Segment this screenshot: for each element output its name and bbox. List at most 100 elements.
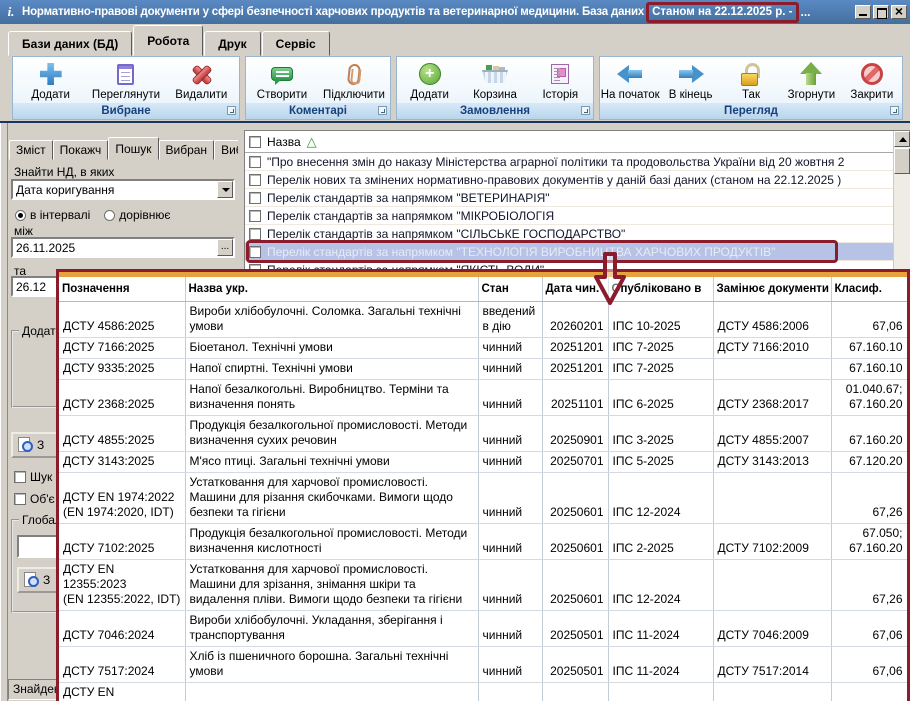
add-circle-icon [419,63,441,85]
toolbar-button-arrow-up[interactable]: Згорнути [781,58,841,103]
checkbox[interactable] [14,493,26,505]
scrollbar-thumb[interactable] [894,148,910,174]
table-row[interactable]: ДСТУ 4586:2025Вироби хлібобулочні. Солом… [59,301,907,337]
radio-equals-label: дорівнює [119,208,170,222]
toolbar-button-basket[interactable]: Корзина [462,58,527,103]
toolbar-button-notepad[interactable]: Переглянути [88,58,163,103]
checkbox-label: Шук [30,470,52,484]
toolbar-button-add-circle[interactable]: Додати [397,58,462,103]
arrow-left-icon [617,65,643,83]
ribbon-tab-2[interactable]: Робота [133,25,203,56]
table-row[interactable]: ДСТУ 7102:2025Продукція безалкогольної п… [59,523,907,559]
row-checkbox[interactable] [249,174,261,186]
ribbon-tab-1[interactable]: Бази даних (БД) [8,31,132,56]
toolbar-button-comment[interactable]: Створити [246,58,318,103]
minimize-button[interactable] [855,5,871,19]
window-title: Нормативно-правові документи у сфері без… [22,6,644,18]
field-dropdown[interactable]: Дата коригування [11,179,235,200]
radio-interval-label: в інтервалі [30,208,90,222]
column-header: Класиф. [831,277,907,301]
table-row[interactable]: ДСТУ EN 1974:2022 (EN 1974:2020, IDT)Уст… [59,472,907,523]
dialog-launcher-icon[interactable] [378,106,387,115]
list-item[interactable]: Перелік стандартів за напрямком "МІКРОБІ… [245,207,910,225]
column-header: Позначення [59,277,185,301]
toolbar-button-close-circle[interactable]: Закрити [842,58,902,103]
sidebar-tab-1[interactable]: Зміст [9,140,53,160]
row-checkbox[interactable] [249,192,261,204]
table-row[interactable]: ДСТУ 7517:2024Хліб із пшеничного борошна… [59,646,907,682]
notepad-icon [117,64,134,85]
checkbox[interactable] [14,471,26,483]
application-window: i. Нормативно-правові документи у сфері … [0,0,910,701]
standards-table-popup: ПозначенняНазва укр.СтанДата чин.Опублік… [56,269,910,701]
find-label: Знайти НД, в яких [14,165,114,179]
toolbar: ДодатиПереглянутиВидалитиВибранеСтворити… [0,56,910,121]
list-header[interactable]: Назва [245,131,910,153]
ribbon-tab-4[interactable]: Сервіс [262,31,330,56]
padlock-icon [741,63,761,86]
column-header: Замінює документи [713,277,831,301]
column-header: Стан [478,277,542,301]
toolbar-group-4: На початокВ кінецьТакЗгорнутиЗакритиПере… [599,56,903,120]
down-arrow-icon [592,251,628,307]
toolbar-group-1: ДодатиПереглянутиВидалити Вибране [12,56,240,120]
plus-icon [40,63,62,85]
table-row[interactable]: ДСТУ 7166:2025Біоетанол. Технічні умович… [59,337,907,358]
chevron-down-icon[interactable] [217,181,233,198]
radio-interval[interactable] [15,210,26,221]
column-header: Назва укр. [185,277,478,301]
row-checkbox[interactable] [249,210,261,222]
paperclip-icon [347,63,361,85]
toolbar-group-3: ДодатиКорзинаІсторія Замовлення [396,56,594,120]
toolbar-button-plus[interactable]: Додати [13,58,88,103]
search-button-label: З [37,438,44,452]
select-all-checkbox[interactable] [249,136,261,148]
maximize-button[interactable] [873,5,889,19]
list-item-label: Перелік стандартів за напрямком "МІКРОБІ… [267,209,554,223]
basket-icon [482,65,508,83]
list-item[interactable]: Перелік нових та змінених нормативно-пра… [245,171,910,189]
date-from-field[interactable]: 26.11.2025 ... [11,237,235,258]
toolbar-button-history[interactable]: Історія [528,58,593,103]
dialog-launcher-icon[interactable] [890,106,899,115]
table-row[interactable]: ДСТУ 2368:2025Напої безалкогольні. Вироб… [59,379,907,415]
list-item-label: Перелік стандартів за напрямком "СІЛЬСЬК… [267,227,625,241]
ribbon-tab-3[interactable]: Друк [204,31,260,56]
left-edge-strip [0,123,8,701]
ellipsis-button[interactable]: ... [217,239,233,256]
table-row[interactable]: ДСТУ EN 13885:2016 (EN 13885:2005Устатко… [59,682,907,701]
table-row[interactable]: ДСТУ EN 12355:2023 (EN 12355:2022, IDT)У… [59,559,907,610]
dialog-launcher-icon[interactable] [227,106,236,115]
row-checkbox[interactable] [249,228,261,240]
row-checkbox[interactable] [249,156,261,168]
close-button[interactable] [891,5,907,19]
toolbar-button-arrow-left[interactable]: На початок [600,58,660,103]
toolbar-button-delete-x[interactable]: Видалити [164,58,239,103]
table-row[interactable]: ДСТУ 3143:2025М'ясо птиці. Загальні техн… [59,451,907,472]
list-item[interactable]: Перелік стандартів за напрямком "ВЕТЕРИН… [245,189,910,207]
down-arrow-annotation [592,251,628,307]
scroll-up-icon[interactable] [894,131,910,147]
sidebar-tab-5[interactable]: Вибірка [214,140,238,160]
dialog-launcher-icon[interactable] [581,106,590,115]
toolbar-button-arrow-right[interactable]: В кінець [660,58,720,103]
toolbar-button-paperclip[interactable]: Підключити [318,58,390,103]
global-search-button-label: З [43,573,50,587]
table-header-row: ПозначенняНазва укр.СтанДата чин.Опублік… [59,277,907,301]
radio-equals[interactable] [104,210,115,221]
comment-icon [271,67,293,81]
toolbar-button-padlock[interactable]: Так [721,58,781,103]
toolbar-group-label: Замовлення [460,105,530,117]
doc-search-icon [17,437,33,453]
sidebar-tab-3[interactable]: Пошук [108,137,158,160]
table-row[interactable]: ДСТУ 9335:2025Напої спиртні. Технічні ум… [59,358,907,379]
table-row[interactable]: ДСТУ 7046:2024Вироби хлібобулочні. Уклад… [59,610,907,646]
date-highlight-annotation: Станом на 22.12.2025 р. - [646,2,798,23]
sidebar-tab-2[interactable]: Покажч [53,140,109,160]
list-item-label: Перелік нових та змінених нормативно-пра… [267,173,841,187]
table-row[interactable]: ДСТУ 4855:2025Продукція безалкогольної п… [59,415,907,451]
sidebar-tab-4[interactable]: Вибран [159,140,215,160]
toolbar-group-label: Вибране [101,105,150,117]
list-item[interactable]: "Про внесення змін до наказу Міністерств… [245,153,910,171]
sort-ascending-icon[interactable] [307,134,317,150]
